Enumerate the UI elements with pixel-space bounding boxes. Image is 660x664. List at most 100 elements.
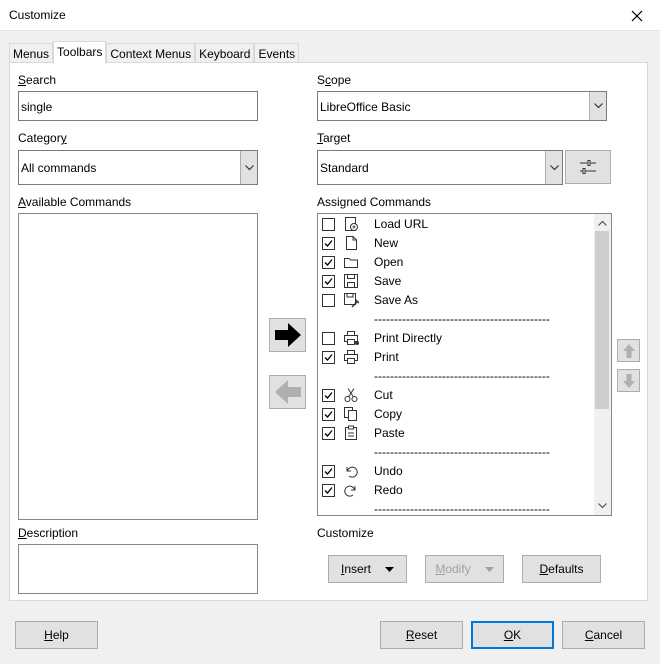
command-checkbox[interactable] — [322, 256, 335, 269]
command-checkbox[interactable] — [322, 332, 335, 345]
category-value: All commands — [21, 161, 97, 175]
defaults-label: Defaults — [539, 562, 584, 576]
command-checkbox[interactable] — [322, 465, 335, 478]
ok-button[interactable]: OK — [471, 621, 554, 649]
tab-keyboard[interactable]: Keyboard — [195, 43, 255, 63]
tab-events[interactable]: Events — [254, 43, 300, 63]
available-commands-label: Available Commands — [18, 195, 132, 209]
target-value: Standard — [320, 161, 369, 175]
command-checkbox[interactable] — [322, 484, 335, 497]
command-checkbox[interactable] — [322, 237, 335, 250]
help-button[interactable]: Help — [15, 621, 98, 649]
command-row[interactable]: Redo — [318, 481, 596, 500]
command-label: Print — [374, 350, 399, 364]
command-label: Cut — [374, 388, 393, 402]
scope-select[interactable]: LibreOffice Basic — [317, 91, 607, 121]
chevron-down-icon — [549, 164, 559, 170]
command-row[interactable]: New — [318, 234, 596, 253]
command-checkbox[interactable] — [322, 218, 335, 231]
command-row[interactable]: Copy — [318, 405, 596, 424]
command-separator: ----------------------------------------… — [318, 367, 596, 386]
load-url-icon — [343, 216, 359, 232]
arrow-left-icon — [274, 380, 301, 404]
category-dropdown-button[interactable] — [240, 151, 257, 184]
title-bar: Customize — [0, 0, 660, 31]
close-button[interactable] — [614, 0, 660, 31]
description-box — [18, 544, 258, 594]
scroll-down-icon[interactable] — [598, 503, 607, 509]
command-row[interactable]: Print Directly — [318, 329, 596, 348]
checkmark-icon — [324, 278, 333, 285]
arrow-up-icon — [622, 343, 635, 358]
assigned-commands-scrollbar[interactable] — [594, 214, 611, 515]
search-label: Search — [18, 73, 57, 87]
command-label: Load URL — [374, 217, 429, 231]
caret-down-icon — [484, 566, 494, 572]
redo-icon — [343, 482, 359, 498]
checkmark-icon — [324, 240, 333, 247]
cancel-button[interactable]: Cancel — [562, 621, 645, 649]
modify-label: Modify — [435, 562, 471, 576]
category-select[interactable]: All commands — [18, 150, 258, 185]
print-directly-icon — [343, 330, 359, 346]
command-checkbox[interactable] — [322, 275, 335, 288]
assigned-commands-list[interactable]: Load URL New Open Save Save As --------------… — [317, 213, 612, 516]
save-as-icon — [343, 292, 360, 308]
command-separator: ----------------------------------------… — [318, 310, 596, 329]
folder-icon — [343, 254, 359, 270]
command-row[interactable]: Open — [318, 253, 596, 272]
help-label: Help — [44, 628, 69, 642]
available-commands-list[interactable] — [18, 213, 258, 520]
scope-value: LibreOffice Basic — [320, 100, 411, 114]
insert-button[interactable]: Insert — [328, 555, 407, 583]
move-down-button[interactable] — [617, 369, 640, 392]
target-dropdown-button[interactable] — [545, 151, 562, 184]
command-row[interactable]: Load URL — [318, 215, 596, 234]
command-label: Paste — [374, 426, 405, 440]
target-select[interactable]: Standard — [317, 150, 563, 185]
command-checkbox[interactable] — [322, 294, 335, 307]
search-input[interactable]: single — [18, 91, 258, 121]
command-label: Undo — [374, 464, 403, 478]
ok-label: OK — [503, 628, 522, 642]
command-row[interactable]: Print — [318, 348, 596, 367]
separator-line: ----------------------------------------… — [374, 445, 550, 459]
scope-dropdown-button[interactable] — [589, 92, 606, 120]
arrow-right-icon — [274, 323, 301, 347]
command-checkbox[interactable] — [322, 389, 335, 402]
add-command-button[interactable] — [269, 318, 306, 352]
command-label: Save — [374, 274, 402, 288]
command-row[interactable]: Undo — [318, 462, 596, 481]
tab-menus[interactable]: Menus — [9, 43, 54, 63]
checkmark-icon — [324, 411, 333, 418]
command-checkbox[interactable] — [322, 408, 335, 421]
defaults-button[interactable]: Defaults — [522, 555, 601, 583]
reset-button[interactable]: Reset — [380, 621, 463, 649]
window-title: Customize — [9, 8, 66, 22]
command-row[interactable]: Cut — [318, 386, 596, 405]
modify-button[interactable]: Modify — [425, 555, 504, 583]
command-checkbox[interactable] — [322, 427, 335, 440]
caret-down-icon — [385, 566, 395, 572]
scroll-up-icon[interactable] — [598, 220, 607, 226]
tab-context-menus[interactable]: Context Menus — [106, 43, 196, 63]
close-icon — [631, 10, 643, 21]
cancel-label: Cancel — [584, 628, 623, 642]
tab-toolbars[interactable]: Toolbars — [53, 41, 107, 64]
scroll-thumb[interactable] — [595, 231, 609, 409]
customize-label: Customize — [317, 526, 374, 540]
command-checkbox[interactable] — [322, 351, 335, 364]
reset-label: Reset — [405, 628, 438, 642]
chevron-down-icon — [244, 164, 254, 170]
remove-command-button[interactable] — [269, 375, 306, 409]
command-label: Redo — [374, 483, 403, 497]
command-row[interactable]: Paste — [318, 424, 596, 443]
move-up-button[interactable] — [617, 339, 640, 362]
command-row[interactable]: Save — [318, 272, 596, 291]
checkmark-icon — [324, 392, 333, 399]
checkmark-icon — [324, 468, 333, 475]
command-row[interactable]: Save As — [318, 291, 596, 310]
insert-label: Insert — [340, 562, 372, 576]
target-label: Target — [317, 131, 351, 145]
toolbar-settings-button[interactable] — [565, 150, 611, 184]
